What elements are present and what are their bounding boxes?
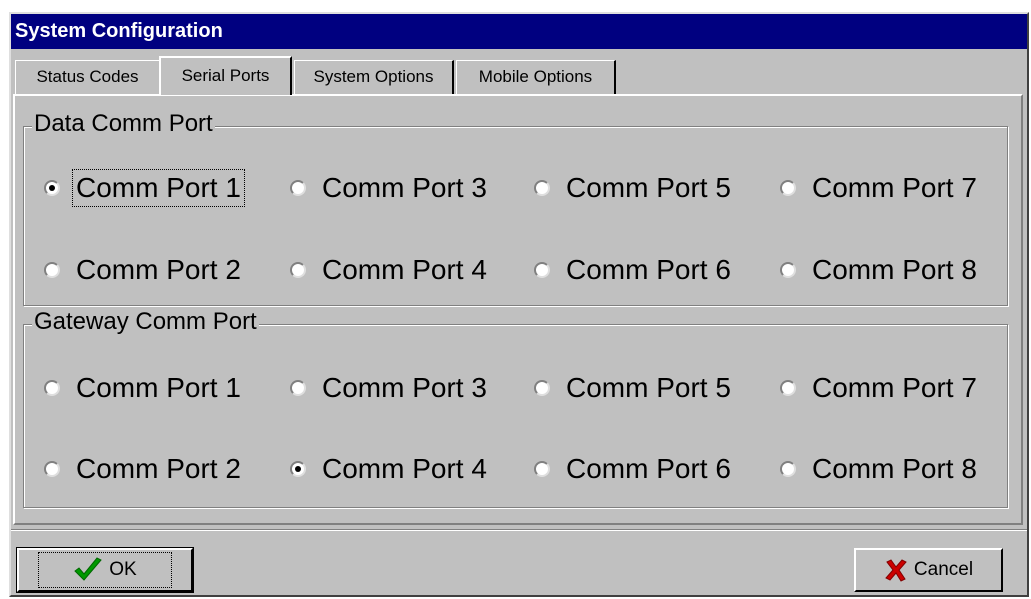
radio-icon <box>44 461 60 477</box>
radio-icon <box>534 380 550 396</box>
data-comm-port-2-radio[interactable]: Comm Port 2 <box>44 251 243 289</box>
tab-system-options[interactable]: System Options <box>294 60 454 94</box>
checkmark-icon <box>74 557 103 581</box>
system-configuration-window: System Configuration Status Codes Serial… <box>9 12 1029 597</box>
ok-button[interactable]: OK <box>16 547 194 593</box>
ok-button-label: OK <box>109 559 137 580</box>
gateway-comm-port-8-radio[interactable]: Comm Port 8 <box>780 450 979 488</box>
cancel-button[interactable]: Cancel <box>854 548 1003 592</box>
gateway-comm-port-legend: Gateway Comm Port <box>32 307 259 337</box>
data-comm-port-1-radio[interactable]: Comm Port 1 <box>44 169 245 207</box>
gateway-comm-port-1-radio[interactable]: Comm Port 1 <box>44 369 243 407</box>
radio-icon <box>780 461 796 477</box>
window-title: System Configuration <box>11 14 1027 49</box>
x-icon <box>885 559 907 582</box>
gateway-comm-port-group: Gateway Comm Port Comm Port 1 Comm Port … <box>23 307 1008 508</box>
radio-icon <box>780 262 796 278</box>
data-comm-port-3-radio[interactable]: Comm Port 3 <box>290 169 489 207</box>
tab-serial-ports[interactable]: Serial Ports <box>159 56 292 95</box>
footer-divider <box>11 529 1027 531</box>
serial-ports-panel: Data Comm Port Comm Port 1 Comm Port 3 C… <box>13 94 1023 525</box>
gateway-comm-port-6-radio[interactable]: Comm Port 6 <box>534 450 733 488</box>
data-comm-port-group: Data Comm Port Comm Port 1 Comm Port 3 C… <box>23 109 1008 306</box>
radio-icon <box>44 262 60 278</box>
data-comm-port-7-radio[interactable]: Comm Port 7 <box>780 169 979 207</box>
radio-icon <box>534 461 550 477</box>
data-comm-port-4-radio[interactable]: Comm Port 4 <box>290 251 489 289</box>
radio-icon <box>290 380 306 396</box>
gateway-comm-port-3-radio[interactable]: Comm Port 3 <box>290 369 489 407</box>
radio-icon <box>534 180 550 196</box>
data-comm-port-legend: Data Comm Port <box>32 109 215 139</box>
radio-icon <box>290 180 306 196</box>
radio-selected-icon <box>44 180 60 196</box>
radio-selected-icon <box>290 461 306 477</box>
gateway-comm-port-4-radio[interactable]: Comm Port 4 <box>290 450 489 488</box>
data-comm-port-5-radio[interactable]: Comm Port 5 <box>534 169 733 207</box>
radio-icon <box>290 262 306 278</box>
radio-icon <box>44 380 60 396</box>
data-comm-port-8-radio[interactable]: Comm Port 8 <box>780 251 979 289</box>
radio-icon <box>780 180 796 196</box>
tab-mobile-options[interactable]: Mobile Options <box>456 60 616 94</box>
radio-icon <box>780 380 796 396</box>
tab-status-codes[interactable]: Status Codes <box>15 60 161 94</box>
gateway-comm-port-2-radio[interactable]: Comm Port 2 <box>44 450 243 488</box>
cancel-button-label: Cancel <box>913 559 974 580</box>
radio-icon <box>534 262 550 278</box>
data-comm-port-6-radio[interactable]: Comm Port 6 <box>534 251 733 289</box>
gateway-comm-port-5-radio[interactable]: Comm Port 5 <box>534 369 733 407</box>
gateway-comm-port-7-radio[interactable]: Comm Port 7 <box>780 369 979 407</box>
